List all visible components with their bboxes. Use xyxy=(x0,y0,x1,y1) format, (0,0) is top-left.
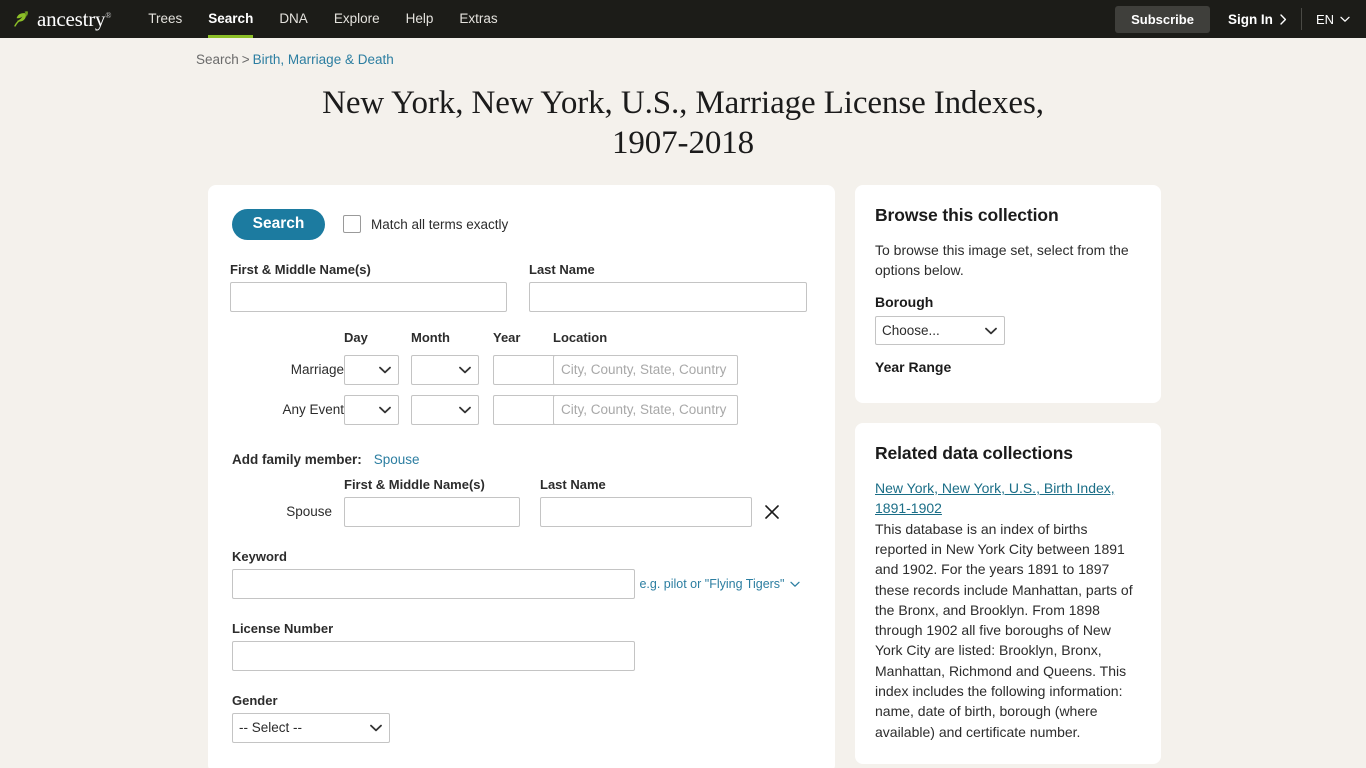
browse-collection-intro: To browse this image set, select from th… xyxy=(875,241,1129,278)
any-event-row-label: Any Event xyxy=(282,402,344,417)
any-event-year-cell xyxy=(493,390,573,430)
main-nav: Trees Search DNA Explore Help Extras xyxy=(135,0,510,38)
license-number-label: License Number xyxy=(232,620,334,636)
first-name-input[interactable] xyxy=(230,281,507,312)
name-fields-row: First & Middle Name(s) Last Name xyxy=(230,262,807,312)
browse-collection-title: Browse this collection xyxy=(875,204,1059,225)
browse-collection-card: Browse this collection To browse this im… xyxy=(855,184,1161,404)
breadcrumb: Search > Birth, Marriage & Death xyxy=(0,38,1366,67)
nav-item-search[interactable]: Search xyxy=(195,0,266,38)
marriage-location-input[interactable] xyxy=(553,354,738,385)
keyword-hint-text: e.g. pilot or "Flying Tigers" xyxy=(639,577,785,591)
search-form-card: Search Match all terms exactly First & M… xyxy=(208,184,835,768)
any-event-day-cell xyxy=(344,390,411,430)
main-content: Search Match all terms exactly First & M… xyxy=(0,164,1366,768)
sign-in-label: Sign In xyxy=(1227,11,1273,27)
marriage-location-cell xyxy=(553,350,807,390)
keyword-group: Keyword e.g. pilot or "Flying Tigers" xyxy=(230,549,807,599)
nav-item-help[interactable]: Help xyxy=(393,0,447,38)
marriage-day-cell xyxy=(344,350,411,390)
any-event-location-cell xyxy=(553,390,807,430)
related-collection-link[interactable]: New York, New York, U.S., Birth Index, 1… xyxy=(875,480,1115,516)
year-range-label: Year Range xyxy=(875,359,952,376)
spouse-first-cell xyxy=(344,496,540,527)
breadcrumb-search[interactable]: Search xyxy=(196,52,239,67)
add-family-member-row: Add family member: Spouse xyxy=(232,452,807,467)
sign-in-button[interactable]: Sign In xyxy=(1210,8,1302,30)
event-date-grid: Day Month Year Location Marriage Any Eve… xyxy=(230,330,807,430)
spouse-first-name-input[interactable] xyxy=(344,496,520,527)
license-number-input[interactable] xyxy=(232,640,635,671)
search-actions-row: Search Match all terms exactly xyxy=(230,208,807,240)
last-name-label: Last Name xyxy=(529,261,595,277)
match-exactly-label: Match all terms exactly xyxy=(371,216,509,232)
gender-label: Gender xyxy=(232,692,278,708)
marriage-year-cell xyxy=(493,350,573,390)
search-button[interactable]: Search xyxy=(232,208,325,240)
leaf-icon xyxy=(14,11,28,27)
nav-item-trees[interactable]: Trees xyxy=(135,0,195,38)
marriage-day-select[interactable] xyxy=(344,354,399,385)
spouse-remove-cell xyxy=(755,503,785,521)
gender-group: Gender -- Select -- xyxy=(230,693,807,743)
keyword-label: Keyword xyxy=(232,548,287,564)
location-header: Location xyxy=(553,329,608,345)
close-icon[interactable] xyxy=(763,503,781,521)
add-family-member-label: Add family member: xyxy=(232,451,362,467)
spouse-last-name-input[interactable] xyxy=(540,496,752,527)
any-event-location-input[interactable] xyxy=(553,394,738,425)
marriage-month-select[interactable] xyxy=(411,354,479,385)
borough-label: Borough xyxy=(875,294,934,311)
breadcrumb-birth-marriage-death[interactable]: Birth, Marriage & Death xyxy=(253,52,394,67)
first-name-group: First & Middle Name(s) xyxy=(230,262,507,312)
subscribe-button[interactable]: Subscribe xyxy=(1115,5,1210,33)
last-name-input[interactable] xyxy=(529,281,807,312)
breadcrumb-separator: > xyxy=(241,52,250,67)
spouse-grid: First & Middle Name(s) Last Name Spouse xyxy=(230,477,807,527)
chevron-down-icon xyxy=(1340,16,1350,22)
match-exactly-checkbox[interactable] xyxy=(343,215,361,233)
keyword-input[interactable] xyxy=(232,568,635,599)
add-spouse-link[interactable]: Spouse xyxy=(374,452,420,467)
chevron-right-icon xyxy=(1280,13,1287,25)
match-exactly-toggle[interactable]: Match all terms exactly xyxy=(343,215,508,233)
marriage-month-cell xyxy=(411,350,493,390)
any-event-month-cell xyxy=(411,390,493,430)
any-event-month-select[interactable] xyxy=(411,394,479,425)
month-header: Month xyxy=(411,329,450,345)
related-collections-title: Related data collections xyxy=(875,443,1073,464)
language-selector[interactable]: EN xyxy=(1302,12,1352,27)
top-navigation-bar: ancestry® Trees Search DNA Explore Help … xyxy=(0,0,1366,38)
ancestry-logo[interactable]: ancestry® xyxy=(12,6,112,31)
nav-item-dna[interactable]: DNA xyxy=(266,0,321,38)
keyword-hint[interactable]: e.g. pilot or "Flying Tigers" xyxy=(639,577,800,591)
language-label: EN xyxy=(1315,11,1334,27)
spouse-row-label: Spouse xyxy=(286,504,332,519)
spouse-last-cell xyxy=(540,496,755,527)
first-name-label: First & Middle Name(s) xyxy=(230,261,371,277)
spouse-last-name-header: Last Name xyxy=(540,476,606,492)
borough-select[interactable]: Choose... xyxy=(875,316,1005,346)
chevron-down-icon xyxy=(789,581,800,587)
page-title: New York, New York, U.S., Marriage Licen… xyxy=(322,85,1044,162)
header-actions: Subscribe Sign In EN xyxy=(1115,0,1352,38)
related-collections-card: Related data collections New York, New Y… xyxy=(855,423,1161,764)
sidebar: Browse this collection To browse this im… xyxy=(855,184,1161,764)
license-number-group: License Number xyxy=(230,621,807,671)
related-collection-description: This database is an index of births repo… xyxy=(875,520,1133,740)
day-header: Day xyxy=(344,329,368,345)
any-event-day-select[interactable] xyxy=(344,394,399,425)
year-header: Year xyxy=(493,329,521,345)
nav-item-extras[interactable]: Extras xyxy=(446,0,510,38)
logo-wordmark: ancestry® xyxy=(37,6,112,31)
gender-select[interactable]: -- Select -- xyxy=(232,712,390,743)
marriage-row-label: Marriage xyxy=(290,362,344,377)
spouse-first-name-header: First & Middle Name(s) xyxy=(344,476,485,492)
nav-item-explore[interactable]: Explore xyxy=(321,0,393,38)
last-name-group: Last Name xyxy=(529,262,807,312)
